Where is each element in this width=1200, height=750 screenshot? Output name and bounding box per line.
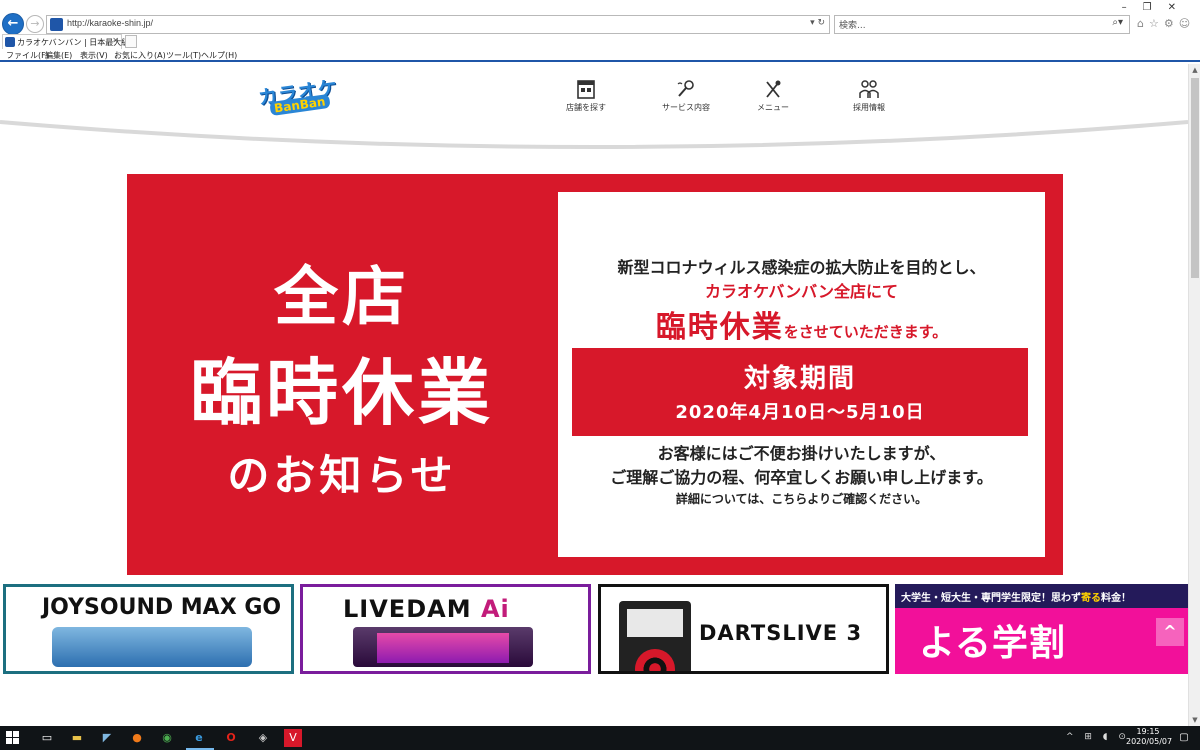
student-discount-text: 大学生・短大生・専門学生限定！思わず寄る料金！ [901, 589, 1131, 604]
nav-label: サービス内容 [662, 103, 710, 112]
site-header: カラオケ BanBan 店舗を探す サービス内容 メニュー 採用情報 [0, 64, 1188, 154]
dart-machine-image [619, 601, 691, 671]
nav-label: メニュー [757, 103, 789, 112]
notice-title-all-stores: 全店 [274, 261, 410, 335]
opera-icon[interactable]: O [222, 729, 240, 747]
menu-bar: ファイル(F) 編集(E) 表示(V) お気に入り(A) ツール(T) ヘルプ(… [0, 49, 1200, 62]
address-bar[interactable]: http://karaoke-shin.jp/ ▾ ↻ [46, 15, 830, 34]
notice-request: ご理解ご協力の程、何卒宜しくお願い申し上げます。 [610, 468, 993, 487]
tab-close-icon[interactable]: ✕ [112, 36, 119, 45]
livedam-ai-text: Ai [480, 595, 510, 623]
livedam-screen [377, 633, 509, 663]
firefox-icon[interactable]: ● [128, 729, 146, 747]
vivaldi-icon[interactable]: V [284, 729, 302, 747]
notice-closure-word: 臨時休業 [655, 310, 784, 345]
menu-help[interactable]: ヘルプ(H) [201, 50, 237, 61]
band-text-2: 料金！ [1101, 593, 1131, 604]
dartslive-title: DARTSLIVE 3 [699, 621, 863, 645]
promo-card-joysound[interactable]: JOYSOUND MAX GO [3, 584, 294, 674]
period-title: 対象期間 [743, 364, 856, 394]
search-input[interactable]: 検索... ⌕▾ [834, 15, 1130, 34]
address-url[interactable]: http://karaoke-shin.jp/ [67, 18, 153, 28]
closure-period-box: 対象期間 2020年4月10日〜5月10日 [572, 348, 1028, 436]
forward-button[interactable]: → [26, 15, 44, 33]
notification-icon[interactable]: ▢ [1176, 730, 1192, 746]
clock[interactable]: 19:15 2020/05/07 [1126, 727, 1173, 747]
tab-favicon-icon [5, 37, 15, 47]
search-placeholder: 検索... [839, 21, 866, 31]
notice-title-announcement: のお知らせ [227, 451, 457, 500]
home-star-gear-icons[interactable]: ⌂☆⚙☺ [1137, 17, 1195, 30]
menu-file[interactable]: ファイル(F) [6, 50, 49, 61]
clock-date: 2020/05/07 [1126, 737, 1173, 746]
internet-explorer-icon[interactable]: e [190, 729, 208, 747]
refresh-icon[interactable]: ▾ ↻ [810, 18, 825, 28]
notice-headline: 全店 臨時休業 のお知らせ [127, 174, 557, 575]
tab-active[interactable]: カラオケバンバン | 日本最大級... ✕ [2, 34, 137, 49]
period-dates: 2020年4月10日〜5月10日 [675, 402, 925, 423]
dart-screen [627, 609, 683, 637]
notice-scope: カラオケバンバン全店にて [705, 282, 898, 301]
scroll-up-arrow-icon[interactable]: ▲ [1189, 64, 1200, 76]
band-text-highlight: 寄る [1081, 593, 1101, 604]
promo-card-livedam[interactable]: LIVEDAM Ai [300, 584, 591, 674]
microphone-icon [677, 80, 694, 97]
browser-toolbar: ← → http://karaoke-shin.jp/ ▾ ↻ 検索... ⌕▾… [0, 0, 1200, 35]
staff-icon [859, 80, 879, 98]
nav-label: 店舗を探す [566, 103, 606, 112]
promo-card-student-discount[interactable]: 大学生・短大生・専門学生限定！思わず寄る料金！ よる学割 ^ [895, 584, 1188, 674]
web-page: カラオケ BanBan 店舗を探す サービス内容 メニュー 採用情報 全店 臨時… [0, 64, 1188, 726]
nav-services[interactable]: サービス内容 [646, 78, 726, 113]
window-controls[interactable]: –❐✕ [1122, 2, 1192, 13]
menu-view[interactable]: 表示(V) [80, 50, 108, 61]
notice-reason: 新型コロナウィルス感染症の拡大防止を目的とし、 [617, 258, 986, 277]
tab-strip: カラオケバンバン | 日本最大級... ✕ [0, 34, 1200, 49]
nav-label: 採用情報 [853, 103, 885, 112]
search-icon[interactable]: ⌕▾ [1112, 17, 1123, 28]
notice-closure-line: 臨時休業をさせていただきます。 [558, 302, 1045, 346]
scroll-to-top-button[interactable]: ^ [1156, 618, 1184, 646]
nav-find-store[interactable]: 店舗を探す [546, 78, 626, 113]
livedam-device-image [353, 627, 533, 667]
student-discount-band: 大学生・短大生・専門学生限定！思わず寄る料金！ [895, 584, 1188, 608]
dartboard-icon [635, 649, 675, 671]
notice-title-closure: 臨時休業 [189, 351, 494, 435]
nav-menu[interactable]: メニュー [733, 78, 813, 113]
scroll-thumb[interactable] [1191, 78, 1199, 278]
menu-tools[interactable]: ツール(T) [166, 50, 201, 61]
site-favicon-icon [50, 18, 63, 31]
joysound-title: JOYSOUND MAX GO [42, 595, 282, 620]
menu-favorites[interactable]: お気に入り(A) [114, 50, 166, 61]
media-app-icon[interactable]: ◤ [98, 729, 116, 747]
nav-recruit[interactable]: 採用情報 [829, 78, 909, 113]
livedam-title: LIVEDAM Ai [343, 595, 510, 623]
chrome-icon[interactable]: ◉ [158, 729, 176, 747]
notice-details-link[interactable]: 詳細については、こちらよりご確認ください。 [558, 490, 1045, 507]
back-button[interactable]: ← [2, 13, 24, 35]
menu-edit[interactable]: 編集(E) [45, 50, 72, 61]
livedam-title-text: LIVEDAM [343, 595, 472, 623]
student-discount-title: よる学割 [919, 623, 1066, 664]
store-icon [577, 80, 595, 99]
app-icon[interactable]: ◈ [254, 729, 272, 747]
notice-detail-box: 新型コロナウィルス感染症の拡大防止を目的とし、 カラオケバンバン全店にて 臨時休… [558, 192, 1045, 557]
windows-taskbar: ▭ ▬ ◤ ● ◉ e O ◈ V ^ ⊞ ◖ ⊙ 19:15 2020/05/… [0, 726, 1200, 750]
vertical-scrollbar[interactable]: ▲ ▼ [1188, 64, 1200, 726]
system-tray-icons[interactable]: ^ ⊞ ◖ ⊙ [1066, 732, 1130, 742]
band-text-1: 大学生・短大生・専門学生限定！思わず [901, 593, 1081, 604]
file-explorer-icon[interactable]: ▬ [68, 729, 86, 747]
clock-time: 19:15 [1136, 727, 1160, 736]
new-tab-button[interactable] [125, 35, 137, 48]
fork-knife-icon [766, 80, 781, 98]
task-view-icon[interactable]: ▭ [38, 729, 56, 747]
joysound-device-image [52, 627, 252, 667]
notice-apology: お客様にはご不便お掛けいたしますが、 [657, 444, 946, 463]
site-logo[interactable]: カラオケ BanBan [257, 77, 342, 117]
notice-closure-suffix: をさせていただきます。 [783, 323, 948, 341]
closure-notice-banner[interactable]: 全店 臨時休業 のお知らせ 新型コロナウィルス感染症の拡大防止を目的とし、 カラ… [127, 174, 1063, 575]
promo-card-dartslive[interactable]: DARTSLIVE 3 [598, 584, 889, 674]
scroll-down-arrow-icon[interactable]: ▼ [1189, 714, 1200, 726]
start-button[interactable] [6, 731, 20, 745]
